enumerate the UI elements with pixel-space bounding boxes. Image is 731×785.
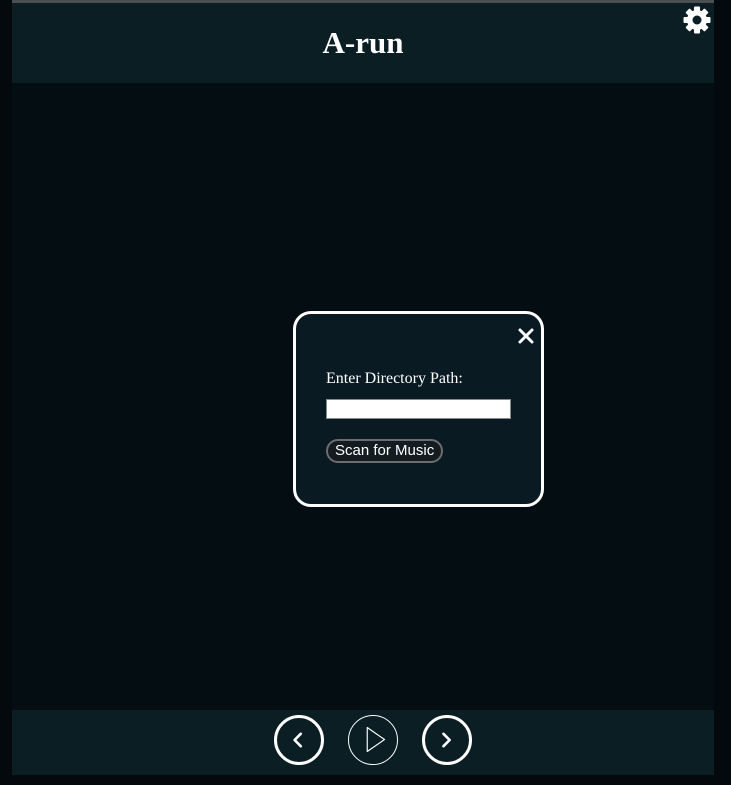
chevron-left-icon: [293, 732, 303, 748]
previous-button[interactable]: [274, 715, 324, 765]
next-button[interactable]: [422, 715, 472, 765]
settings-button[interactable]: [682, 5, 712, 35]
directory-path-label: Enter Directory Path:: [326, 370, 463, 387]
app-title: A-run: [322, 25, 404, 60]
close-icon: [518, 328, 534, 344]
directory-path-input[interactable]: [326, 399, 511, 419]
play-icon: [366, 726, 386, 753]
player-controls: [12, 710, 714, 775]
play-button[interactable]: [348, 715, 398, 765]
close-button[interactable]: [516, 326, 536, 346]
header-bar: A-run: [12, 3, 714, 83]
directory-dialog: Enter Directory Path: Scan for Music: [293, 311, 544, 507]
chevron-right-icon: [442, 732, 451, 748]
gear-icon: [683, 6, 711, 34]
scan-for-music-button[interactable]: Scan for Music: [326, 439, 444, 463]
